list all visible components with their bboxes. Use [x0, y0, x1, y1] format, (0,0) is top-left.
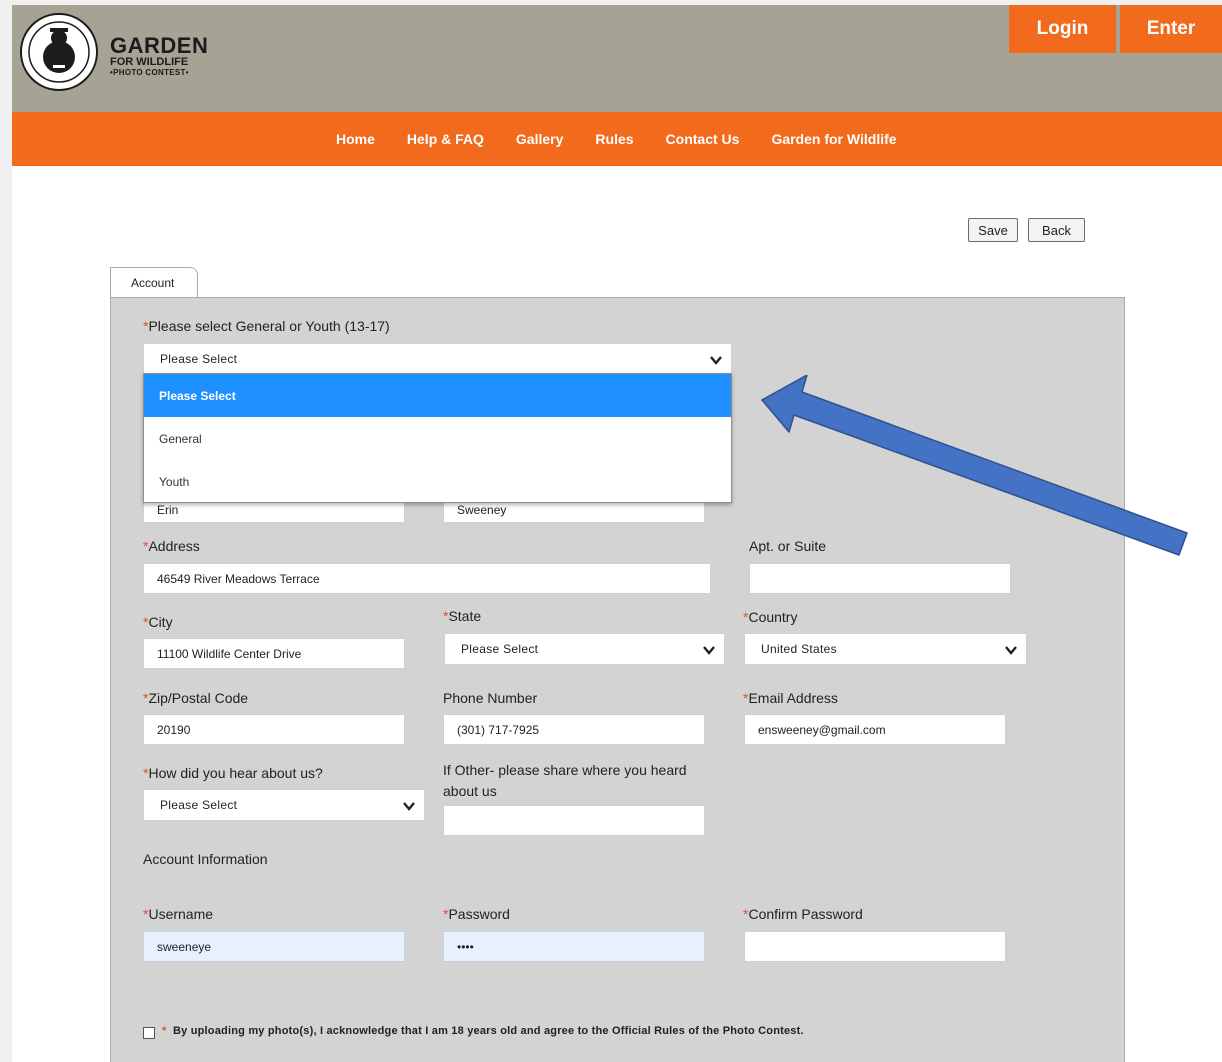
city-value: 11100 Wildlife Center Drive — [157, 646, 302, 661]
zip-label: *Zip/Postal Code — [143, 690, 248, 706]
login-button[interactable]: Login — [1009, 5, 1116, 53]
phone-label: Phone Number — [443, 690, 538, 706]
account-info-heading: Account Information — [143, 851, 268, 867]
category-option-please-select[interactable]: Please Select — [144, 374, 731, 417]
state-label-text: State — [448, 608, 482, 624]
last-name-value: Sweeney — [457, 502, 507, 517]
email-field[interactable]: ensweeney@gmail.com — [744, 714, 1006, 745]
agree-text-body: By uploading my photo(s), I acknowledge … — [173, 1025, 804, 1037]
other-label: If Other- please share where you heard a… — [443, 760, 687, 802]
nav-help-faq[interactable]: Help & FAQ — [407, 131, 484, 147]
hear-label-text: How did you hear about us? — [148, 765, 323, 781]
category-label-text: Please select General or Youth (13-17) — [148, 318, 390, 334]
hear-label: *How did you hear about us? — [143, 765, 323, 781]
username-field[interactable]: sweeneye — [143, 931, 405, 962]
zip-field[interactable]: 20190 — [143, 714, 405, 745]
city-label: *City — [143, 614, 173, 630]
enter-button[interactable]: Enter — [1120, 5, 1222, 53]
chevron-down-icon — [703, 646, 715, 655]
brand-wordmark[interactable]: GARDEN FOR WILDLIFE •PHOTO CONTEST• — [110, 35, 208, 78]
hear-select-value: Please Select — [160, 798, 238, 812]
back-button[interactable]: Back — [1028, 218, 1085, 242]
category-select-value: Please Select — [160, 352, 238, 366]
nav-gallery[interactable]: Gallery — [516, 131, 563, 147]
nav-contact-us[interactable]: Contact Us — [666, 131, 740, 147]
phone-value: (301) 717-7925 — [457, 722, 540, 737]
address-field[interactable]: 46549 River Meadows Terrace — [143, 563, 711, 594]
other-field[interactable] — [443, 805, 705, 836]
tab-account[interactable]: Account — [110, 267, 198, 298]
category-label: *Please select General or Youth (13-17) — [143, 318, 390, 334]
agree-checkbox[interactable] — [143, 1027, 155, 1039]
address-label: *Address — [143, 538, 200, 554]
state-select-value: Please Select — [461, 642, 539, 656]
country-select-value: United States — [761, 642, 837, 656]
password-label-text: Password — [448, 906, 510, 922]
category-option-youth[interactable]: Youth — [144, 460, 731, 503]
city-label-text: City — [148, 614, 173, 630]
main-nav: Home Help & FAQ Gallery Rules Contact Us… — [12, 112, 1222, 166]
brand-line2: FOR WILDLIFE — [110, 56, 189, 68]
brand-line1: GARDEN — [110, 33, 209, 58]
password-value: •••• — [457, 939, 474, 954]
country-select[interactable]: United States — [744, 633, 1027, 665]
category-dropdown-list: Please Select General Youth — [143, 373, 732, 503]
password-field[interactable]: •••• — [443, 931, 705, 962]
email-label: *Email Address — [743, 690, 838, 706]
confirm-password-label-text: Confirm Password — [748, 906, 863, 922]
nav-rules[interactable]: Rules — [595, 131, 633, 147]
state-label: *State — [443, 608, 481, 624]
other-label-line1: If Other- please share where you heard — [443, 762, 687, 778]
nwf-logo[interactable] — [20, 13, 98, 91]
country-label: *Country — [743, 609, 797, 625]
username-value: sweeneye — [157, 939, 212, 954]
email-value: ensweeney@gmail.com — [758, 722, 886, 737]
chevron-down-icon — [710, 356, 722, 365]
chevron-down-icon — [403, 802, 415, 811]
country-label-text: Country — [748, 609, 798, 625]
page: GARDEN FOR WILDLIFE •PHOTO CONTEST• Logi… — [12, 5, 1222, 1062]
required-mark: * — [162, 1025, 167, 1037]
category-select[interactable]: Please Select — [143, 343, 732, 375]
zip-label-text: Zip/Postal Code — [148, 690, 249, 706]
password-label: *Password — [443, 906, 510, 922]
nav-garden-for-wildlife[interactable]: Garden for Wildlife — [771, 131, 896, 147]
agree-text: * By uploading my photo(s), I acknowledg… — [162, 1025, 804, 1037]
username-label: *Username — [143, 906, 213, 922]
brand-line3: •PHOTO CONTEST• — [110, 68, 189, 77]
first-name-value: Erin — [157, 502, 179, 517]
phone-field[interactable]: (301) 717-7925 — [443, 714, 705, 745]
city-field[interactable]: 11100 Wildlife Center Drive — [143, 638, 405, 669]
site-header: GARDEN FOR WILDLIFE •PHOTO CONTEST• Logi… — [12, 5, 1222, 112]
state-select[interactable]: Please Select — [444, 633, 725, 665]
chevron-down-icon — [1005, 646, 1017, 655]
other-label-line2: about us — [443, 783, 497, 799]
address-value: 46549 River Meadows Terrace — [157, 571, 320, 586]
save-button[interactable]: Save — [968, 218, 1018, 242]
annotation-arrow-icon — [761, 375, 1188, 556]
confirm-password-field[interactable] — [744, 931, 1006, 962]
address-label-text: Address — [148, 538, 200, 554]
zip-value: 20190 — [157, 722, 191, 737]
nav-home[interactable]: Home — [336, 131, 375, 147]
username-label-text: Username — [148, 906, 214, 922]
hear-select[interactable]: Please Select — [143, 789, 425, 821]
confirm-password-label: *Confirm Password — [743, 906, 863, 922]
email-label-text: Email Address — [748, 690, 838, 706]
category-option-general[interactable]: General — [144, 417, 731, 460]
